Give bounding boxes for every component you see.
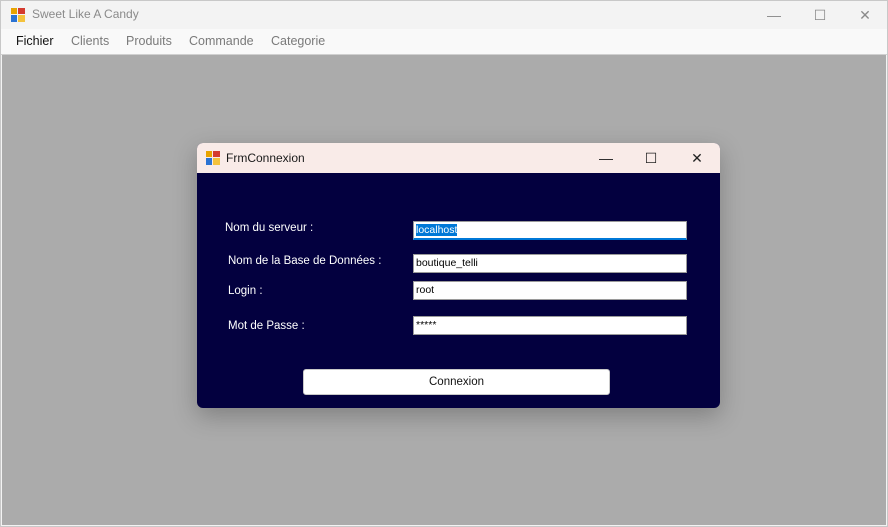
minimize-button[interactable]: — [751,1,797,29]
menu-produits[interactable]: Produits [126,34,172,48]
dialog-app-icon [206,151,220,165]
menu-fichier[interactable]: Fichier [16,34,54,48]
dialog-maximize-button[interactable]: ☐ [628,143,674,173]
maximize-icon: ☐ [813,6,827,23]
password-input[interactable]: ***** [413,316,687,335]
minimize-icon: — [599,150,613,166]
minimize-icon: — [767,7,781,23]
login-input[interactable]: root [413,281,687,300]
close-icon: ✕ [691,149,703,166]
menu-categorie[interactable]: Categorie [271,34,325,48]
database-label: Nom de la Base de Données : [228,255,382,267]
dialog-title: FrmConnexion [226,151,305,165]
close-button[interactable]: ✕ [842,1,888,29]
server-label: Nom du serveur : [225,222,314,234]
maximize-icon: ☐ [644,149,658,166]
server-input-selected-text: localhost [416,224,458,236]
menu-commande[interactable]: Commande [189,34,254,48]
menu-clients[interactable]: Clients [71,34,109,48]
menu-bar: Fichier Clients Produits Commande Catego… [1,29,887,55]
dialog-minimize-button[interactable]: — [583,143,629,173]
dialog-close-button[interactable]: ✕ [674,143,720,173]
title-bar: Sweet Like A Candy — ☐ ✕ [1,1,887,29]
connexion-button[interactable]: Connexion [303,369,610,395]
dialog-title-bar: FrmConnexion — ☐ ✕ [197,143,720,173]
window-title: Sweet Like A Candy [32,7,139,21]
database-input[interactable]: boutique_telli [413,254,687,273]
close-icon: ✕ [859,6,871,23]
server-input[interactable]: localhost [413,221,687,240]
app-icon [11,8,25,22]
password-label: Mot de Passe : [228,320,305,332]
main-window: Sweet Like A Candy — ☐ ✕ Fichier Clients… [0,0,888,527]
connection-dialog: FrmConnexion — ☐ ✕ Nom du serveur : loca… [197,143,720,408]
login-label: Login : [228,285,263,297]
maximize-button[interactable]: ☐ [797,1,843,29]
